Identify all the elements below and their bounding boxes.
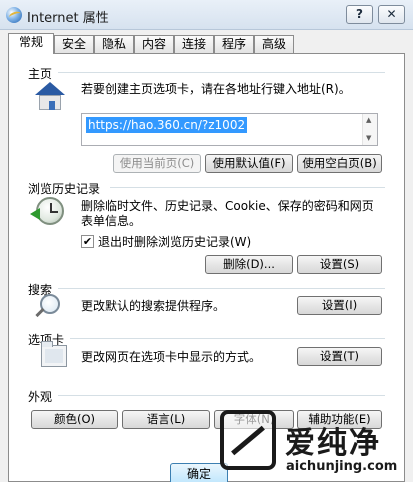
tab-security[interactable]: 安全 xyxy=(54,35,94,53)
delete-history-button[interactable]: 删除(D)... xyxy=(205,255,293,274)
colors-button[interactable]: 颜色(O) xyxy=(31,410,118,429)
history-arrow-icon xyxy=(30,208,40,220)
delete-on-exit-label[interactable]: 退出时删除浏览历史记录(W) xyxy=(98,235,251,249)
window-title: Internet 属性 xyxy=(27,11,109,26)
use-blank-button[interactable]: 使用空白页(B) xyxy=(297,154,382,173)
internet-explorer-icon xyxy=(6,7,22,23)
search-settings-button[interactable]: 设置(I) xyxy=(297,296,382,315)
watermark-site: aichunjing.com xyxy=(286,459,398,474)
scroll-down-icon: ▼ xyxy=(366,134,372,142)
tabs-icon xyxy=(41,341,67,367)
appearance-heading: 外观 xyxy=(28,388,57,405)
history-heading: 浏览历史记录 xyxy=(28,180,105,197)
history-divider xyxy=(110,187,385,188)
tab-connections[interactable]: 连接 xyxy=(174,35,214,53)
scroll-up-icon: ▲ xyxy=(366,116,372,124)
home-icon xyxy=(34,82,66,112)
watermark-logo-icon xyxy=(220,410,276,470)
use-current-button[interactable]: 使用当前页(C) xyxy=(113,154,201,173)
title-bar: Internet 属性 ? ✕ xyxy=(0,0,413,30)
history-clock-icon xyxy=(36,197,64,225)
tab-privacy[interactable]: 隐私 xyxy=(94,35,134,53)
help-button[interactable]: ? xyxy=(346,5,373,24)
delete-on-exit-checkbox[interactable]: ✔ xyxy=(81,235,94,248)
tabs-settings-button[interactable]: 设置(T) xyxy=(297,347,382,366)
homepage-url-value: https://hao.360.cn/?z1002 xyxy=(86,117,248,133)
homepage-divider xyxy=(58,72,385,73)
tab-advanced[interactable]: 高级 xyxy=(254,35,294,53)
history-description-line1: 删除临时文件、历史记录、Cookie、保存的密码和网页 xyxy=(81,199,374,213)
watermark-brand: 爱纯净 xyxy=(285,426,381,461)
search-description: 更改默认的搜索提供程序。 xyxy=(81,299,226,313)
languages-button[interactable]: 语言(L) xyxy=(122,410,210,429)
tabs-description: 更改网页在选项卡中显示的方式。 xyxy=(81,350,262,364)
history-settings-button[interactable]: 设置(S) xyxy=(297,255,382,274)
tabs-divider xyxy=(70,338,385,339)
ok-button[interactable]: 确定 xyxy=(170,463,228,482)
homepage-heading: 主页 xyxy=(28,65,57,82)
tab-programs[interactable]: 程序 xyxy=(214,35,254,53)
url-scrollbar[interactable]: ▲ ▼ xyxy=(362,114,377,145)
homepage-description: 若要创建主页选项卡，请在各地址行键入地址(R)。 xyxy=(81,82,351,96)
tab-content[interactable]: 内容 xyxy=(134,35,174,53)
appearance-divider xyxy=(58,395,385,396)
search-divider xyxy=(58,288,385,289)
close-button[interactable]: ✕ xyxy=(378,5,405,24)
history-description-line2: 表单信息。 xyxy=(81,214,142,228)
use-default-button[interactable]: 使用默认值(F) xyxy=(205,154,293,173)
homepage-url-field[interactable]: https://hao.360.cn/?z1002 ▲ ▼ xyxy=(81,113,378,146)
tab-general[interactable]: 常规 xyxy=(8,33,54,54)
